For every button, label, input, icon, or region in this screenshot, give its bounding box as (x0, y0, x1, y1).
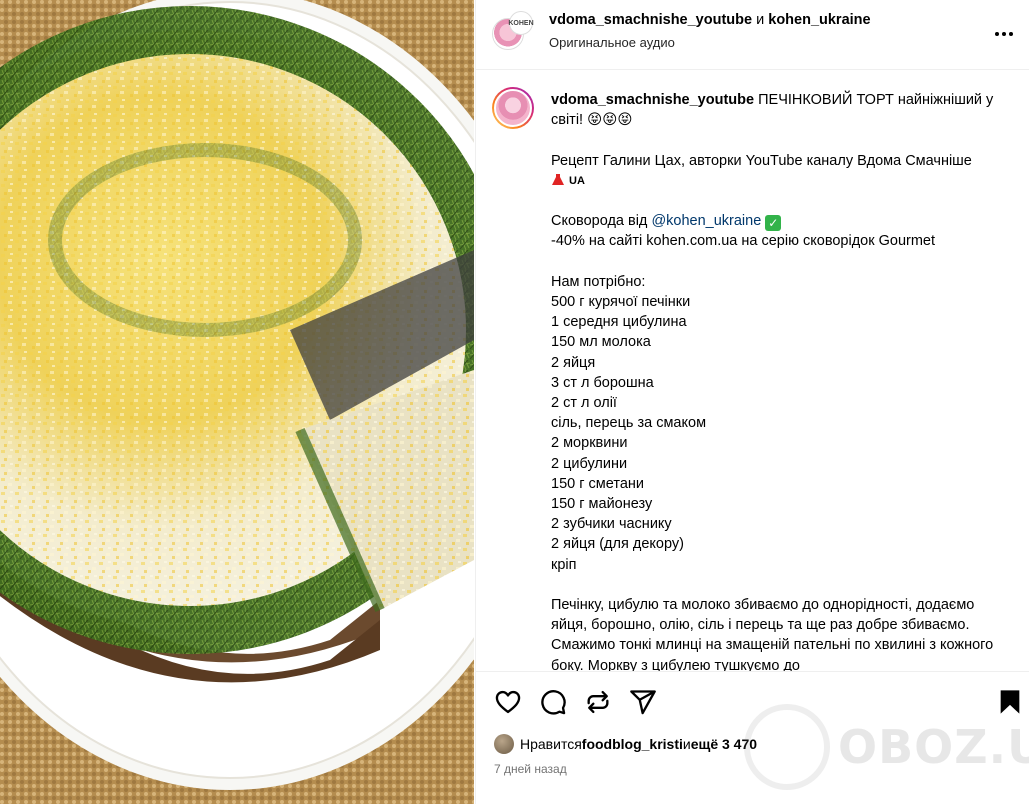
bookmark-icon[interactable] (996, 688, 1024, 716)
ingredient-item: 150 г сметани (551, 475, 644, 492)
author-username-link[interactable]: vdoma_smachnishe_youtube (549, 12, 752, 28)
check-mark-icon: ✓ (765, 215, 782, 232)
caption-scroll-area[interactable]: vdoma_smachnishe_youtube ПЕЧІНКОВИЙ ТОРТ… (476, 71, 1029, 671)
likes-summary: Нравится foodblog_kristi и ещё 3 470 (494, 733, 757, 755)
post-header: KOHEN vdoma_smachnishe_youtube и kohen_u… (476, 0, 1029, 70)
post-photo[interactable] (0, 0, 474, 804)
ingredient-item: 1 середня цибулина (551, 314, 687, 331)
ua-tag: UA (569, 174, 585, 187)
collab-avatars[interactable]: KOHEN (492, 12, 536, 56)
caption-title-line: vdoma_smachnishe_youtube ПЕЧІНКОВИЙ ТОРТ… (551, 90, 1011, 130)
ingredient-item: 3 ст л борошна (551, 374, 654, 391)
heart-icon[interactable] (494, 688, 522, 716)
ingredient-item: 2 яйця (для декору) (551, 536, 684, 553)
more-options-button[interactable] (992, 22, 1016, 46)
comment-icon[interactable] (539, 688, 567, 716)
avatar-image (494, 89, 532, 127)
caption-username-link[interactable]: vdoma_smachnishe_youtube (551, 92, 754, 108)
collaborator-avatar[interactable]: KOHEN (508, 12, 534, 34)
ingredient-item: 2 морквини (551, 435, 628, 452)
original-audio-link[interactable]: Оригинальное аудио (549, 35, 675, 50)
ingredient-item: кріп (551, 556, 577, 573)
cake-image (0, 0, 474, 804)
dot-icon (1002, 32, 1006, 36)
needed-label: Нам потрібно: (551, 273, 646, 290)
ingredient-item: сіль, перець за смаком (551, 415, 707, 432)
collaborator-username-link[interactable]: kohen_ukraine (768, 12, 870, 28)
red-dress-emoji-icon (552, 173, 564, 185)
caption-author-avatar[interactable] (492, 87, 534, 129)
and-text: и (752, 12, 769, 28)
likes-prefix: Нравится (520, 736, 582, 752)
likes-middle: и (682, 736, 691, 752)
instructions-text: Печінку, цибулю та молоко збиваємо до од… (551, 597, 994, 671)
watermark-logo-icon (744, 704, 830, 790)
ingredient-item: 2 цибулини (551, 455, 628, 472)
dot-icon (995, 32, 999, 36)
header-authors: vdoma_smachnishe_youtube и kohen_ukraine (549, 12, 871, 28)
ingredient-item: 150 мл молока (551, 334, 651, 351)
credit-line: Рецепт Галини Цах, авторки YouTube канал… (551, 151, 1011, 191)
pan-prefix: Сковорода від (551, 213, 652, 230)
send-icon[interactable] (629, 688, 657, 716)
post-timestamp[interactable]: 7 дней назад (494, 762, 567, 776)
kohen-mention-link[interactable]: @kohen_ukraine (651, 213, 761, 229)
ingredient-item: 2 ст л олії (551, 395, 617, 411)
post-panel: KOHEN vdoma_smachnishe_youtube и kohen_u… (475, 0, 1029, 804)
ingredient-item: 2 зубчики часнику (551, 516, 672, 533)
ingredient-item: 2 яйця (551, 354, 596, 371)
liker-username-link[interactable]: foodblog_kristi (582, 736, 683, 752)
watermark-text: OBOZ.UA (838, 720, 1029, 774)
repost-icon[interactable] (584, 688, 612, 716)
ingredient-item: 500 г курячої печінки (551, 293, 691, 310)
dot-icon (1009, 32, 1013, 36)
collaborator-badge: KOHEN (508, 19, 534, 27)
discount-line: -40% на сайті kohen.com.ua на серію сков… (551, 233, 936, 250)
credit-text: Рецепт Галини Цах, авторки YouTube канал… (551, 152, 972, 169)
ingredient-item: 150 г майонезу (551, 496, 653, 513)
liker-avatar[interactable] (494, 734, 514, 754)
caption-text: vdoma_smachnishe_youtube ПЕЧІНКОВИЙ ТОРТ… (551, 90, 1011, 671)
pan-line: Сковорода від @kohen_ukraine ✓ (551, 211, 1011, 232)
